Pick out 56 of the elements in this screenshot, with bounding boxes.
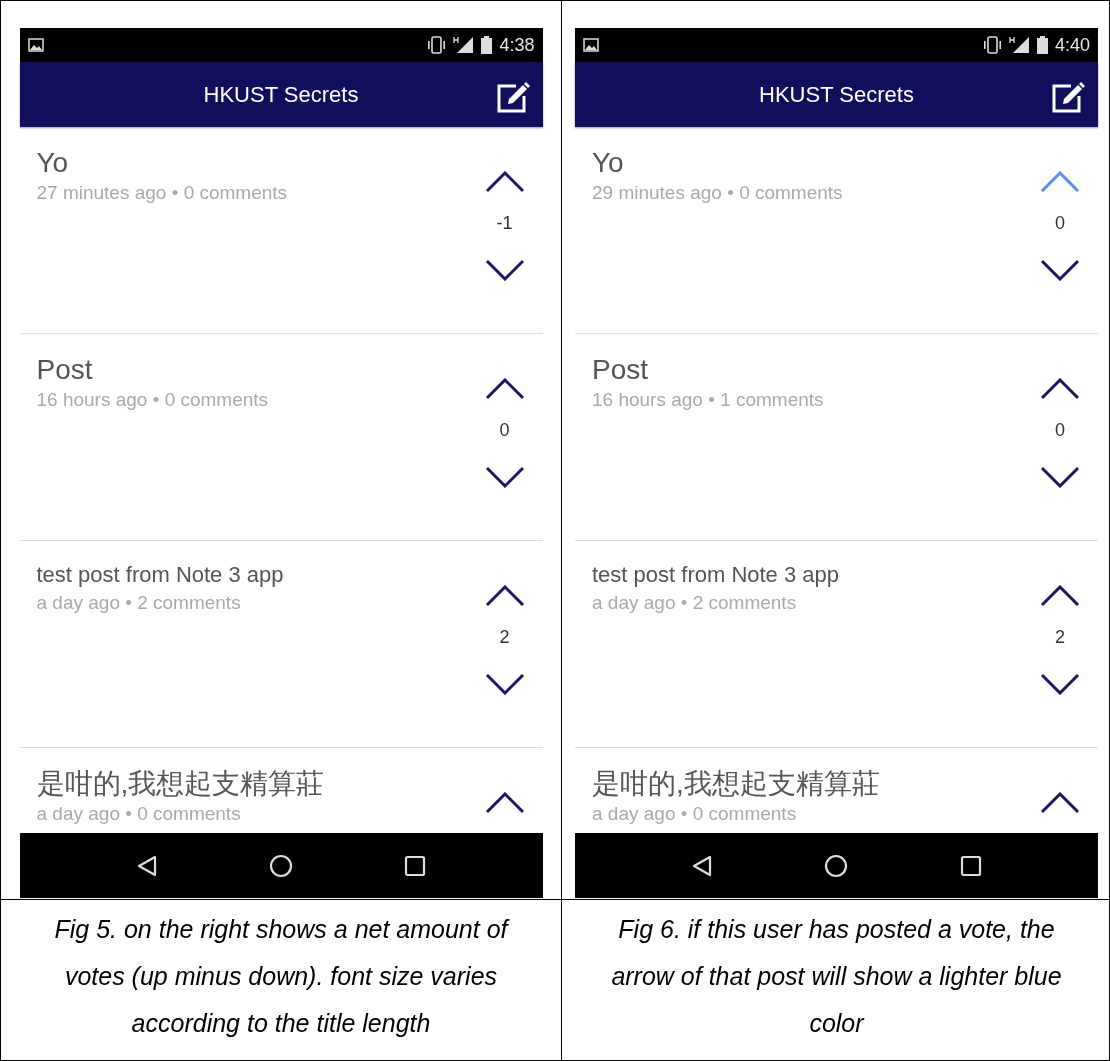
image-icon	[583, 38, 599, 52]
vote-count: 0	[499, 419, 510, 442]
status-time: 4:40	[1054, 33, 1090, 57]
post-title: Post	[36, 353, 94, 387]
chevron-down-icon	[484, 259, 525, 281]
post-title: test post from Note 3 app	[36, 561, 285, 589]
post-title: 是咁的,我想起支精算莊	[36, 767, 326, 801]
post-title: Yo	[592, 146, 625, 180]
post-title: Post	[592, 353, 650, 387]
app-title: HKUST Secrets	[759, 81, 914, 109]
chevron-down-icon	[484, 466, 525, 488]
post-item[interactable]: Post 16 hours ago • 0 comments 0	[19, 334, 543, 541]
figure-caption: Fig 6. if this user has posted a vote, the arrow of that post will show a lighter blue color	[610, 914, 1063, 1039]
post-meta: 27 minutes ago • 0 comments	[36, 181, 289, 205]
signal-icon	[1008, 36, 1030, 54]
edit-icon	[495, 79, 530, 113]
edit-icon	[1051, 79, 1085, 113]
chevron-down-icon	[1040, 466, 1080, 488]
post-item[interactable]: Yo 29 minutes ago • 0 comments 0	[575, 127, 1098, 334]
post-title: 是咁的,我想起支精算莊	[592, 767, 881, 801]
post-item[interactable]: Post 16 hours ago • 1 comments 0	[575, 334, 1098, 541]
vote-count: 0	[1055, 212, 1065, 235]
post-title: Yo	[36, 146, 70, 180]
post-item[interactable]: test post from Note 3 app a day ago • 2 comments 2	[19, 541, 543, 748]
chevron-down-icon	[484, 673, 525, 695]
battery-icon	[1035, 36, 1049, 54]
vote-count: -1	[496, 212, 513, 235]
post-item[interactable]: test post from Note 3 app a day ago • 2 comments 2	[575, 541, 1098, 748]
post-meta: a day ago • 0 comments	[592, 802, 798, 826]
back-icon	[136, 854, 157, 877]
signal-icon	[453, 36, 475, 54]
vote-count: 2	[499, 626, 510, 649]
chevron-down-icon	[1040, 673, 1080, 695]
vibrate-icon	[426, 36, 448, 54]
vote-count: 0	[1055, 419, 1065, 442]
figure-caption: Fig 5. on the right shows a net amount of votes (up minus down). font size varies according to the title length	[53, 914, 511, 1039]
app-title: HKUST Secrets	[203, 81, 359, 109]
vote-count: 2	[1055, 626, 1065, 649]
status-time: 4:38	[499, 33, 535, 57]
post-meta: a day ago • 0 comments	[36, 802, 242, 826]
recents-icon	[404, 854, 427, 877]
post-meta: 29 minutes ago • 0 comments	[592, 181, 844, 205]
post-meta: a day ago • 2 comments	[592, 591, 798, 615]
battery-icon	[480, 36, 494, 54]
home-icon	[824, 853, 849, 878]
vibrate-icon	[981, 36, 1003, 54]
post-item[interactable]: Yo 27 minutes ago • 0 comments -1	[19, 127, 543, 334]
post-title: test post from Note 3 app	[592, 561, 841, 589]
post-meta: a day ago • 2 comments	[36, 591, 242, 615]
chevron-down-icon	[1040, 259, 1080, 281]
post-meta: 16 hours ago • 1 comments	[592, 388, 825, 412]
recents-icon	[959, 854, 982, 877]
back-icon	[692, 854, 713, 877]
post-meta: 16 hours ago • 0 comments	[36, 388, 270, 412]
home-icon	[269, 853, 293, 878]
image-icon	[27, 38, 44, 52]
